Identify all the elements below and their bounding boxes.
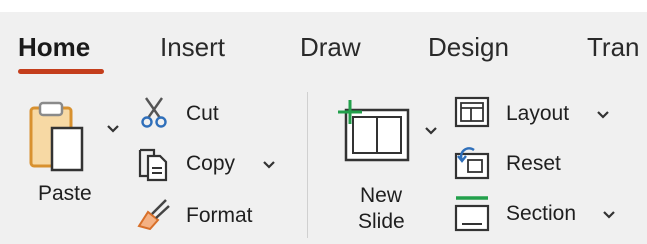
format-painter-icon <box>137 199 170 230</box>
new-slide-label-line2: Slide <box>358 210 405 233</box>
tab-transitions[interactable]: Tran <box>587 32 640 63</box>
copy-label: Copy <box>186 152 236 175</box>
new-slide-label-line1: New <box>360 184 403 207</box>
section-button[interactable]: Section <box>452 190 632 236</box>
scissors-icon <box>141 97 167 128</box>
new-slide-button[interactable]: New Slide <box>332 94 442 240</box>
group-divider <box>307 92 308 238</box>
section-chevron-down-icon[interactable] <box>602 210 616 220</box>
new-slide-icon <box>338 100 410 162</box>
tab-design[interactable]: Design <box>428 32 509 63</box>
tab-draw[interactable]: Draw <box>300 32 361 63</box>
active-tab-indicator <box>18 69 104 74</box>
copy-icon <box>138 148 168 182</box>
section-label: Section <box>506 202 577 225</box>
format-painter-button[interactable]: Format <box>134 192 274 234</box>
copy-button[interactable]: Copy <box>134 142 284 184</box>
tab-insert[interactable]: Insert <box>160 32 225 63</box>
clipboard-paste-icon <box>29 101 84 172</box>
ribbon-home-panel: Paste Cut Copy Format New Slide Layout R… <box>0 86 647 244</box>
reset-label: Reset <box>506 152 561 175</box>
paste-chevron-down-icon[interactable] <box>106 124 120 134</box>
layout-label: Layout <box>506 102 570 125</box>
paste-label: Paste <box>38 182 92 205</box>
cut-button[interactable]: Cut <box>134 92 254 132</box>
layout-icon <box>454 96 490 128</box>
reset-icon <box>454 147 490 180</box>
layout-button[interactable]: Layout <box>452 92 622 134</box>
format-label: Format <box>186 204 253 227</box>
window-top-strip <box>0 0 647 12</box>
cut-label: Cut <box>186 102 219 125</box>
ribbon-tab-bar: Home Insert Draw Design Tran <box>0 12 647 84</box>
copy-chevron-down-icon[interactable] <box>262 160 276 170</box>
new-slide-chevron-down-icon[interactable] <box>424 126 438 136</box>
section-icon <box>454 196 490 232</box>
tab-home[interactable]: Home <box>18 32 90 63</box>
layout-chevron-down-icon[interactable] <box>596 110 610 120</box>
reset-button[interactable]: Reset <box>452 142 582 184</box>
